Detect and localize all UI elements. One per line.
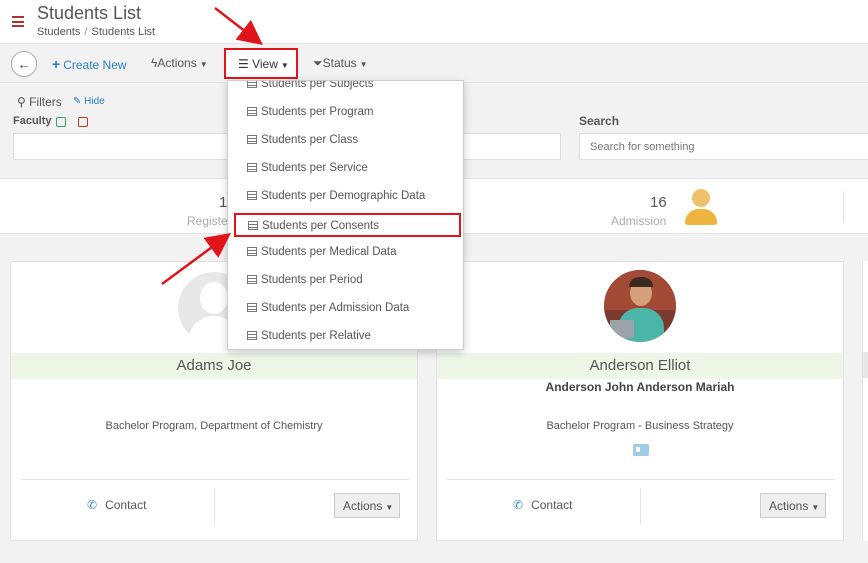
breadcrumb: Students / Students List: [37, 26, 155, 38]
select-all-checkbox-icon[interactable]: [56, 117, 66, 127]
toolbar: ← + Create New ϟActions ▼ ☰ View ▼ ⏷Status ▼: [0, 45, 868, 83]
menu-item-students-per-subjects[interactable]: Students per Subjects: [228, 80, 463, 97]
table-icon: [247, 275, 257, 284]
phone-icon: ✆: [513, 498, 524, 512]
menu-item-label: Students per Demographic Data: [261, 190, 426, 202]
menu-item-students-per-relative[interactable]: Students per Relative: [228, 325, 463, 349]
table-icon: [248, 221, 258, 230]
menu-item-label: Students per Program: [261, 106, 374, 118]
menu-item-label: Students per Period: [261, 274, 363, 286]
table-icon: [247, 191, 257, 200]
stat-registered-label: Registe: [187, 214, 228, 228]
actions-label: Actions: [157, 56, 197, 70]
menu-item-students-per-period[interactable]: Students per Period: [228, 269, 463, 293]
filter-input[interactable]: [463, 133, 561, 160]
contact-label: Contact: [105, 498, 147, 512]
stat-admission-count: 16: [650, 194, 667, 211]
menu-item-students-per-class[interactable]: Students per Class: [228, 129, 463, 153]
student-name[interactable]: Adams Joe: [11, 353, 417, 379]
student-card-partial[interactable]: [862, 261, 868, 541]
breadcrumb-students[interactable]: Students: [37, 26, 80, 38]
contact-label: Contact: [531, 498, 573, 512]
view-dropdown-button[interactable]: ☰ View ▼: [224, 48, 298, 79]
caret-down-icon: ▼: [359, 60, 368, 69]
student-relatives: Anderson John Anderson Mariah: [545, 380, 735, 394]
divider: [447, 479, 835, 480]
contact-button[interactable]: ✆ Contact: [513, 498, 572, 512]
breadcrumb-students-list: Students List: [91, 26, 156, 38]
table-icon: [247, 81, 257, 88]
actions-dropdown-button[interactable]: ϟActions ▼: [151, 56, 208, 70]
faculty-label: Faculty: [13, 115, 52, 127]
table-icon: [247, 135, 257, 144]
id-card-icon: [633, 444, 649, 456]
stat-admission-label: Admission: [611, 214, 667, 228]
view-label: View: [252, 57, 278, 71]
menu-item-students-per-consents[interactable]: Students per Consents: [234, 213, 461, 237]
hide-filters-link[interactable]: ✎ Hide: [73, 96, 105, 107]
view-dropdown-menu: Students per Subjects Students per Progr…: [227, 80, 464, 350]
student-program: Bachelor Program - Business Strategy: [546, 420, 734, 432]
create-new-label: Create New: [63, 58, 127, 72]
student-program: Bachelor Program, Department of Chemistr…: [105, 420, 323, 432]
clear-selection-checkbox-icon[interactable]: [78, 117, 88, 127]
table-icon: [247, 107, 257, 116]
hide-label: Hide: [84, 96, 105, 107]
card-actions-button[interactable]: Actions ▼: [760, 493, 826, 518]
plus-icon: +: [52, 56, 61, 72]
caret-down-icon: ▼: [811, 503, 820, 512]
menu-item-students-per-service[interactable]: Students per Service: [228, 157, 463, 181]
caret-down-icon: ▼: [199, 60, 208, 69]
card-actions-label: Actions: [343, 499, 383, 513]
user-icon: [685, 189, 717, 225]
menu-item-students-per-admission-data[interactable]: Students per Admission Data: [228, 297, 463, 321]
menu-item-label: Students per Relative: [261, 330, 371, 342]
menu-item-students-per-demographic-data[interactable]: Students per Demographic Data: [228, 185, 463, 209]
create-new-button[interactable]: + Create New: [52, 56, 127, 72]
filters-label: Filters: [29, 95, 62, 109]
status-label: Status: [322, 56, 357, 70]
status-dropdown-button[interactable]: ⏷Status ▼: [313, 56, 368, 71]
table-icon: [247, 163, 257, 172]
menu-item-label: Students per Consents: [262, 220, 379, 232]
divider: [640, 488, 641, 524]
menu-item-label: Students per Medical Data: [261, 246, 397, 258]
avatar: [604, 270, 676, 342]
caret-down-icon: ▼: [280, 61, 289, 70]
list-icon: ☰: [238, 57, 253, 71]
breadcrumb-separator: /: [84, 26, 88, 38]
table-icon: [247, 247, 257, 256]
card-actions-label: Actions: [769, 499, 809, 513]
divider: [21, 479, 409, 480]
caret-down-icon: ▼: [385, 503, 394, 512]
back-button[interactable]: ←: [11, 51, 37, 77]
menu-item-label: Students per Class: [261, 134, 359, 146]
contact-button[interactable]: ✆ Contact: [87, 498, 146, 512]
table-icon: [247, 331, 257, 340]
search-label: Search: [579, 114, 620, 128]
search-input[interactable]: [579, 133, 868, 160]
filter-icon: ⏷: [313, 56, 323, 70]
table-icon: [247, 303, 257, 312]
pin-icon: ✎: [73, 96, 85, 107]
filters-heading: ⚲ Filters: [17, 95, 62, 109]
arrow-left-icon: ←: [17, 56, 31, 72]
phone-icon: ✆: [87, 498, 98, 512]
search-icon: ⚲: [17, 95, 30, 109]
hamburger-menu-icon[interactable]: [12, 16, 24, 27]
page-title: Students List: [37, 3, 142, 23]
divider: [843, 191, 844, 223]
menu-item-label: Students per Service: [261, 162, 368, 174]
page-header: Students List Students / Students List: [0, 0, 868, 44]
student-card[interactable]: Anderson Elliot Anderson John Anderson M…: [436, 261, 844, 541]
card-actions-button[interactable]: Actions ▼: [334, 493, 400, 518]
menu-item-students-per-medical-data[interactable]: Students per Medical Data: [228, 241, 463, 265]
menu-item-label: Students per Admission Data: [261, 302, 410, 314]
faculty-select[interactable]: [13, 133, 228, 160]
student-name[interactable]: Anderson Elliot: [437, 353, 843, 379]
menu-item-label: Students per Subjects: [261, 80, 374, 90]
divider: [214, 488, 215, 524]
menu-item-students-per-program[interactable]: Students per Program: [228, 101, 463, 125]
